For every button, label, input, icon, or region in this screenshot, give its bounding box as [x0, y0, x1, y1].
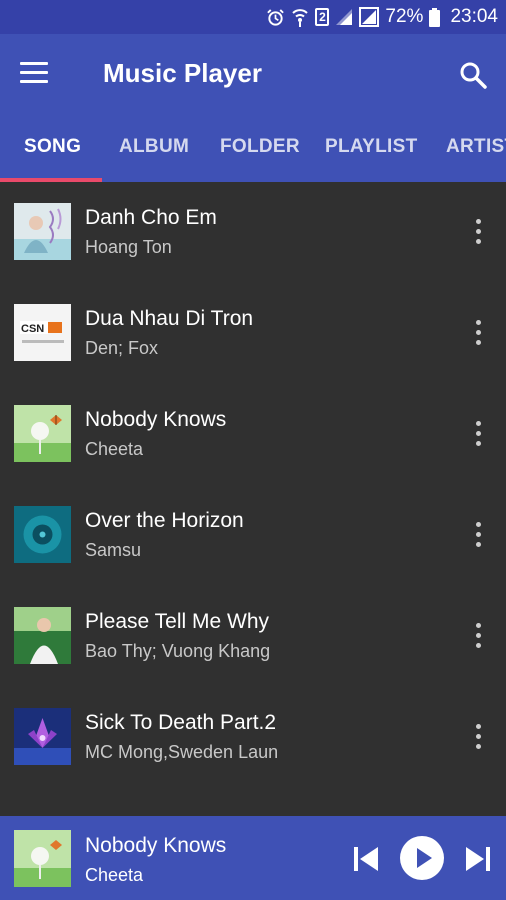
signal-icon: [359, 7, 380, 27]
song-title: Sick To Death Part.2: [85, 711, 277, 734]
album-art: [14, 708, 71, 765]
status-bar: 2 72% 23:04: [0, 0, 506, 34]
now-playing-bar[interactable]: Nobody Knows Cheeta: [0, 816, 506, 900]
song-artist: Hoang Ton: [85, 237, 172, 257]
wifi-icon: [292, 9, 309, 27]
alarm-icon: [267, 8, 285, 26]
play-icon: [417, 848, 432, 868]
now-playing-artist: Cheeta: [85, 865, 144, 885]
sim-slot-label: 2: [319, 10, 326, 24]
skip-next-icon[interactable]: [464, 845, 492, 873]
song-title: Over the Horizon: [85, 509, 244, 532]
album-art: [14, 607, 71, 664]
tab-album[interactable]: ALBUM: [119, 136, 189, 158]
signal-icon: [336, 9, 353, 25]
more-options-icon[interactable]: [472, 219, 484, 245]
song-artist: Cheeta: [85, 439, 144, 459]
play-button[interactable]: [400, 836, 444, 880]
song-artist: MC Mong,Sweden Laundry: [85, 742, 277, 762]
more-options-icon[interactable]: [472, 320, 484, 346]
more-options-icon[interactable]: [472, 724, 484, 750]
more-options-icon[interactable]: [472, 421, 484, 447]
app-toolbar: Music Player: [0, 34, 506, 114]
battery-percent: 72%: [385, 6, 424, 27]
tab-folder[interactable]: FOLDER: [220, 136, 300, 158]
song-title: Danh Cho Em: [85, 206, 217, 229]
more-options-icon[interactable]: [472, 522, 484, 548]
song-artist: Bao Thy; Vuong Khang: [85, 641, 271, 661]
song-row[interactable]: Please Tell Me Why Bao Thy; Vuong Khang: [0, 586, 506, 687]
album-art: [14, 203, 71, 260]
song-row[interactable]: Over the Horizon Samsung: [0, 485, 506, 586]
song-title: Nobody Knows: [85, 408, 227, 431]
sim-icon: 2: [315, 8, 330, 26]
now-playing-title: Nobody Knows: [85, 834, 227, 857]
skip-previous-icon[interactable]: [352, 845, 380, 873]
song-list: Danh Cho Em Hoang Ton CSN Dua Nhau Di Tr…: [0, 182, 506, 816]
album-art: CSN: [14, 304, 71, 361]
song-row[interactable]: Sick To Death Part.2 MC Mong,Sweden Laun…: [0, 687, 506, 788]
album-art: [14, 506, 71, 563]
song-title: Please Tell Me Why: [85, 610, 270, 633]
clock: 23:04: [450, 6, 498, 27]
song-row[interactable]: Nobody Knows Cheeta: [0, 384, 506, 485]
more-options-icon[interactable]: [472, 623, 484, 649]
tab-song[interactable]: SONG: [24, 136, 81, 158]
tab-artist[interactable]: ARTIST: [446, 136, 506, 158]
battery-icon: [429, 7, 441, 27]
now-playing-album-art: [14, 830, 71, 887]
song-artist: Samsung: [85, 540, 141, 560]
song-artist: Den; Fox: [85, 338, 159, 358]
tab-playlist[interactable]: PLAYLIST: [325, 136, 418, 158]
hamburger-menu-icon[interactable]: [20, 62, 48, 84]
svg-text:CSN: CSN: [21, 323, 44, 335]
search-icon[interactable]: [458, 60, 488, 90]
album-art: [14, 405, 71, 462]
tab-bar: SONG ALBUM FOLDER PLAYLIST ARTIST: [0, 114, 506, 182]
song-title: Dua Nhau Di Tron: [85, 307, 254, 330]
song-row[interactable]: CSN Dua Nhau Di Tron Den; Fox: [0, 283, 506, 384]
song-row[interactable]: Danh Cho Em Hoang Ton: [0, 182, 506, 283]
app-title: Music Player: [103, 58, 262, 88]
